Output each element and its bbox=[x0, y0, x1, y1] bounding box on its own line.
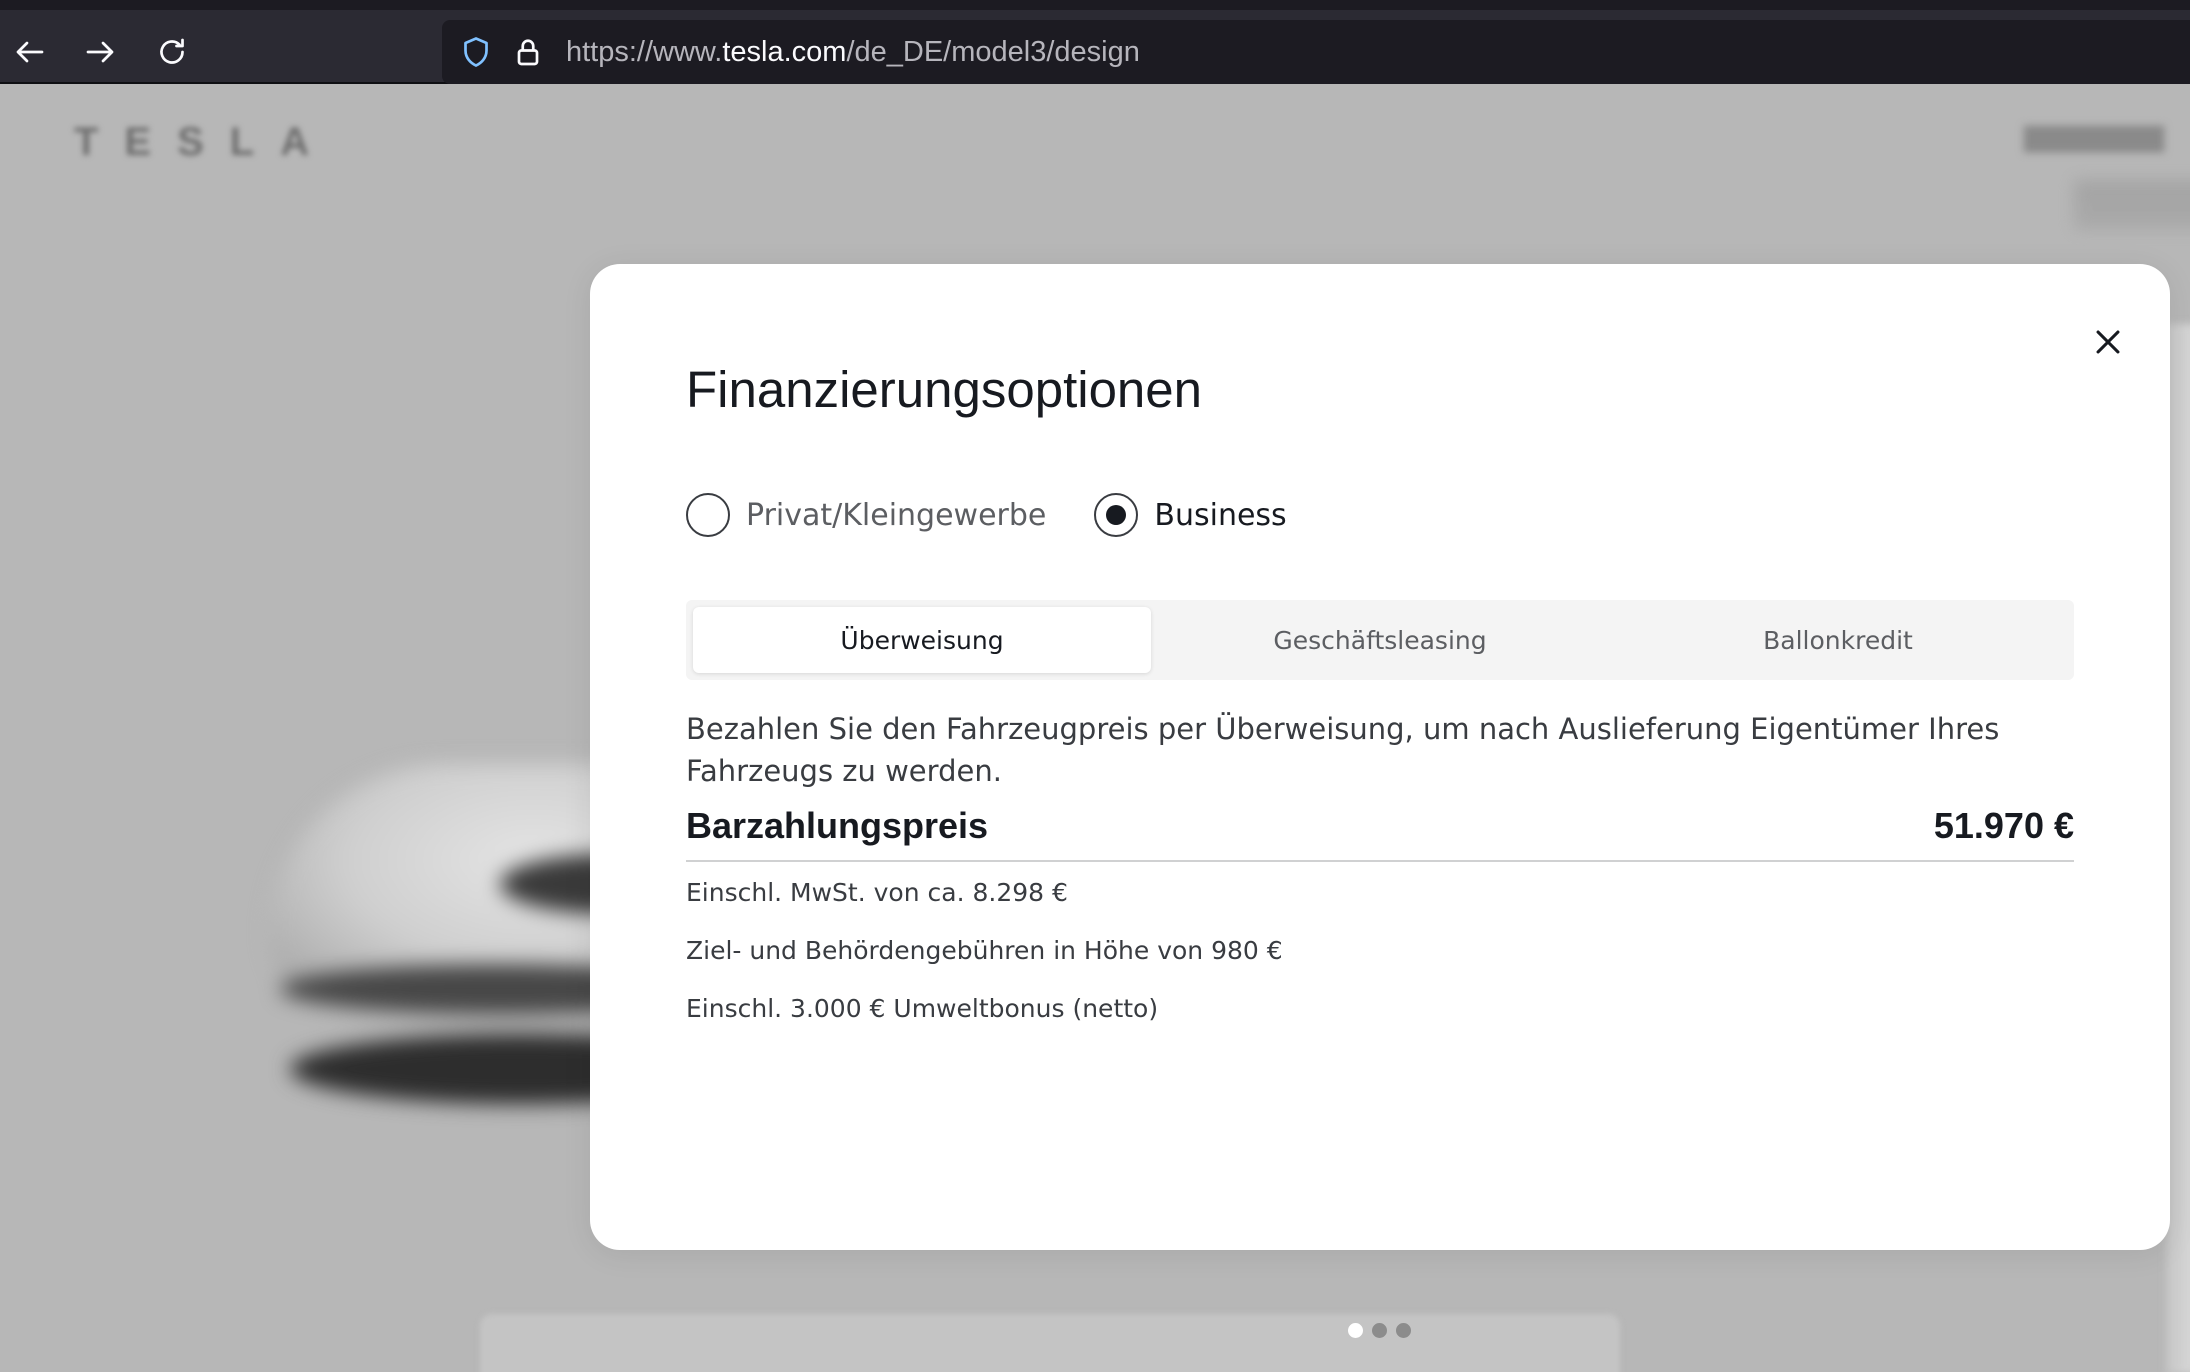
blurred-bottom-card bbox=[480, 1314, 1620, 1372]
radio-label: Business bbox=[1154, 497, 1287, 533]
blurred-nav-link: ▇▇▇▇▇▇▇ bbox=[2024, 122, 2164, 152]
close-button[interactable] bbox=[2080, 314, 2136, 370]
tesla-logo: TESLA bbox=[74, 120, 336, 164]
lock-icon[interactable] bbox=[510, 34, 546, 70]
url-path: /de_DE/model3/design bbox=[846, 36, 1140, 68]
arrow-right-icon bbox=[86, 41, 114, 63]
note-bonus: Einschl. 3.000 € Umweltbonus (netto) bbox=[686, 994, 1159, 1023]
browser-toolbar: https://www.tesla.com/de_DE/model3/desig… bbox=[0, 0, 2190, 84]
carousel-dot[interactable] bbox=[1348, 1323, 1363, 1338]
close-icon bbox=[2096, 330, 2120, 354]
carousel-dot[interactable] bbox=[1372, 1323, 1387, 1338]
radio-button[interactable] bbox=[686, 493, 730, 537]
shield-icon[interactable] bbox=[458, 34, 494, 70]
price-notes: Einschl. MwSt. von ca. 8.298 € Ziel- und… bbox=[686, 876, 2074, 1050]
price-value: 51.970 € bbox=[1933, 805, 2074, 846]
address-bar[interactable]: https://www.tesla.com/de_DE/model3/desig… bbox=[442, 20, 2190, 84]
radio-button[interactable] bbox=[1094, 493, 1139, 537]
url-text[interactable]: https://www.tesla.com/de_DE/model3/desig… bbox=[566, 20, 1140, 84]
tab-ballonkredit[interactable]: Ballonkredit bbox=[1609, 607, 2067, 673]
price-label: Barzahlungspreis bbox=[686, 805, 989, 846]
url-host: tesla.com bbox=[722, 36, 847, 68]
radio-business[interactable]: Business bbox=[1094, 493, 1287, 537]
blurred-side-panel bbox=[2074, 180, 2190, 230]
arrow-left-icon bbox=[16, 41, 44, 63]
reload-button[interactable] bbox=[144, 24, 200, 80]
tab-geschaeftsleasing[interactable]: Geschäftsleasing bbox=[1151, 607, 1609, 673]
reload-icon bbox=[160, 38, 184, 64]
modal-title: Finanzierungsoptionen bbox=[686, 361, 1203, 418]
radio-selected-dot bbox=[1106, 505, 1127, 525]
price-row: Barzahlungspreis 51.970 € bbox=[686, 792, 2074, 862]
financing-modal: Finanzierungsoptionen Privat/Kleingewerb… bbox=[590, 264, 2170, 1250]
payment-tabs: Überweisung Geschäftsleasing Ballonkredi… bbox=[686, 600, 2074, 680]
carousel-indicator bbox=[1348, 1323, 1411, 1338]
carousel-dot[interactable] bbox=[1396, 1323, 1411, 1338]
url-scheme: https://www. bbox=[566, 36, 723, 68]
radio-privat[interactable]: Privat/Kleingewerbe bbox=[686, 493, 1046, 537]
customer-type-radio-group: Privat/Kleingewerbe Business bbox=[686, 488, 1335, 542]
back-button[interactable] bbox=[2, 24, 58, 80]
payment-description: Bezahlen Sie den Fahrzeugpreis per Überw… bbox=[686, 712, 2000, 788]
forward-button[interactable] bbox=[72, 24, 128, 80]
radio-label: Privat/Kleingewerbe bbox=[746, 497, 1047, 533]
note-fees: Ziel- und Behördengebühren in Höhe von 9… bbox=[686, 936, 1283, 965]
tab-ueberweisung[interactable]: Überweisung bbox=[693, 607, 1151, 673]
note-vat: Einschl. MwSt. von ca. 8.298 € bbox=[686, 878, 1068, 907]
